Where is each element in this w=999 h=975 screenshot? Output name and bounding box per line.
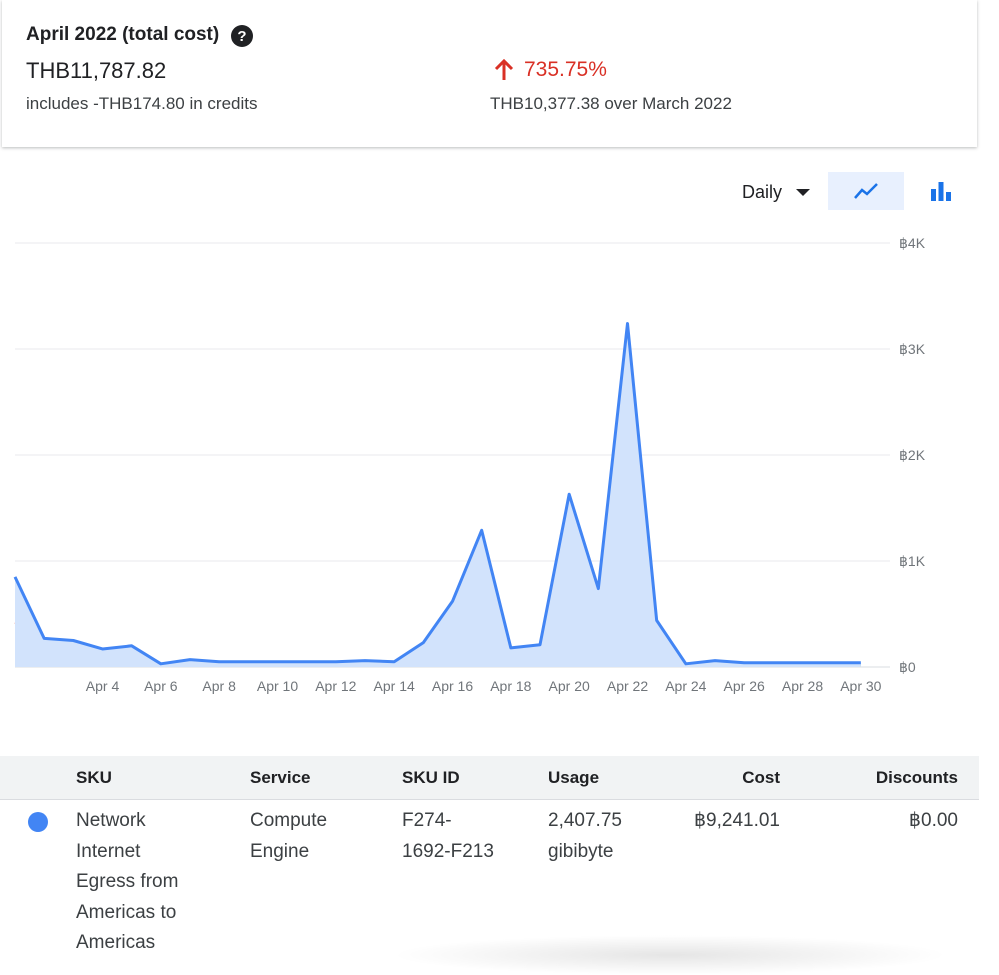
x-tick-label: Apr 6 [144, 678, 178, 694]
y-tick-label: ฿2K [899, 447, 926, 463]
y-tick-label: ฿0 [899, 659, 916, 675]
usage-line: 2,407.75 [548, 810, 622, 831]
table-row[interactable]: Network Internet Egress from Americas to… [0, 800, 979, 957]
usage-cell: 2,407.75 gibibyte [548, 806, 622, 867]
col-usage[interactable]: Usage [548, 768, 599, 788]
series-area [15, 323, 861, 667]
x-tick-label: Apr 10 [257, 678, 298, 694]
sku-line: Egress from [76, 871, 179, 892]
granularity-dropdown[interactable]: Daily [742, 178, 811, 206]
x-tick-label: Apr 16 [432, 678, 473, 694]
change-note: THB10,377.38 over March 2022 [490, 94, 732, 113]
sku-line: Internet [76, 840, 141, 862]
y-tick-label: ฿3K [899, 341, 926, 357]
col-cost[interactable]: Cost [742, 768, 780, 788]
x-tick-label: Apr 28 [782, 678, 823, 694]
sku-id-line: F274- [402, 810, 452, 831]
credits-note: includes -THB174.80 in credits [26, 94, 258, 113]
line-chart-icon [854, 183, 878, 199]
x-tick-label: Apr 14 [374, 678, 415, 694]
x-tick-label: Apr 24 [665, 678, 706, 694]
total-cost: THB11,787.82 [26, 58, 167, 83]
cost-summary-card: April 2022 (total cost) ? THB11,787.82 i… [2, 0, 977, 147]
cost-change: 735.75% [494, 58, 607, 82]
service-line: Engine [250, 840, 310, 862]
discounts-cell: ฿0.00 [908, 810, 958, 831]
y-tick-label: ฿1K [899, 553, 926, 569]
series-line [13, 322, 861, 666]
x-tick-label: Apr 12 [315, 678, 356, 694]
line-chart-toggle[interactable] [828, 172, 904, 210]
sku-line: Network [76, 810, 146, 831]
sku-line: Americas to [76, 901, 177, 923]
service-cell: Compute Engine [250, 806, 327, 867]
service-line: Compute [250, 810, 328, 831]
sku-line: Americas [76, 932, 156, 953]
usage-line: gibibyte [548, 840, 614, 862]
change-percent: 735.75% [524, 58, 607, 81]
x-tick-label: Apr 20 [549, 678, 590, 694]
x-tick-label: Apr 8 [202, 678, 236, 694]
col-sku-id[interactable]: SKU ID [402, 768, 460, 788]
sku-cell: Network Internet Egress from Americas to… [76, 806, 178, 959]
x-tick-label: Apr 30 [840, 678, 881, 694]
daily-cost-chart: ฿0 ฿1K ฿2K ฿3K ฿4K Apr 4 Apr 6 Apr 8 Apr 10 Apr 1… [13, 235, 926, 694]
bar-chart-icon [931, 182, 951, 201]
col-service[interactable]: Service [250, 768, 311, 788]
sku-id-cell: F274- 1692-F213 [402, 806, 494, 867]
x-tick-label: Apr 22 [607, 678, 648, 694]
arrow-up-icon [494, 59, 514, 80]
x-tick-label: Apr 26 [724, 678, 765, 694]
table-header: SKU Service SKU ID Usage Cost Discounts [0, 756, 979, 800]
granularity-value: Daily [742, 181, 783, 202]
bar-chart-toggle[interactable] [918, 172, 964, 210]
caret-down-icon [796, 188, 811, 196]
period-title: April 2022 (total cost) [26, 24, 220, 45]
col-discounts[interactable]: Discounts [876, 768, 958, 788]
help-circle-icon[interactable]: ? [231, 25, 253, 47]
col-sku[interactable]: SKU [76, 768, 112, 788]
x-tick-label: Apr 18 [490, 678, 531, 694]
y-tick-label: ฿4K [899, 235, 926, 251]
sku-id-line: 1692-F213 [402, 840, 494, 862]
x-tick-label: Apr 4 [86, 678, 120, 694]
scroll-shadow [390, 935, 950, 975]
cost-cell: ฿9,241.01 [693, 810, 780, 831]
